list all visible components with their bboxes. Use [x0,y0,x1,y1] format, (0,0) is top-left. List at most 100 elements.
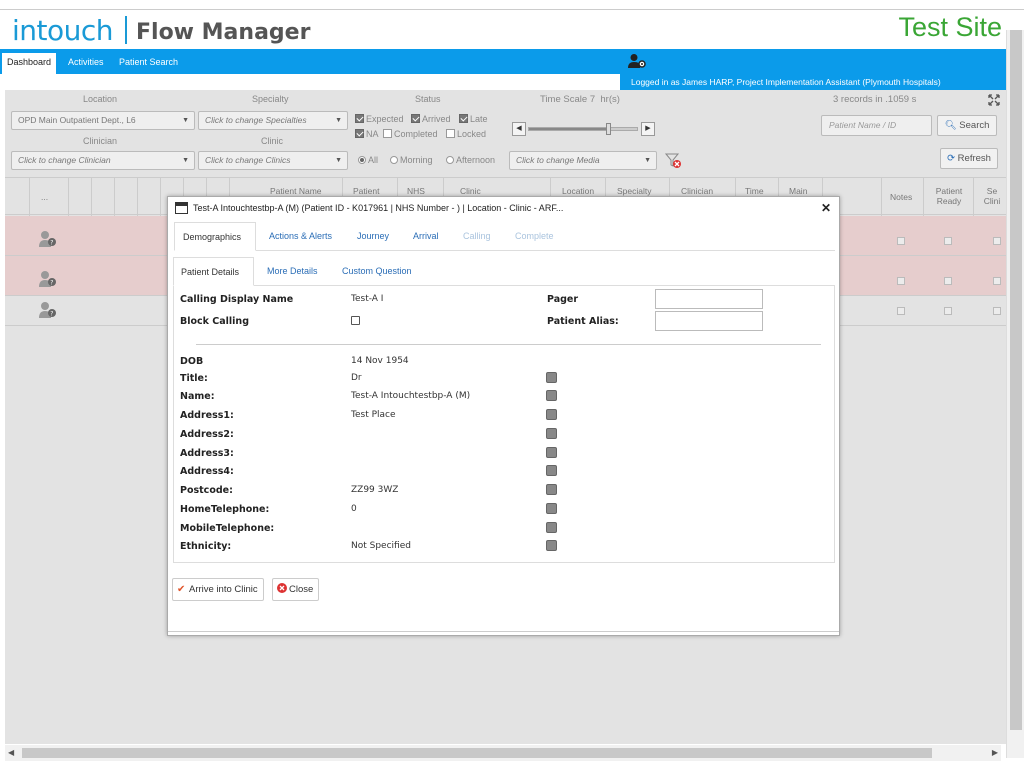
svg-text:?: ? [50,240,53,247]
tab-activities[interactable]: Activities [63,53,109,74]
tab-demographics[interactable]: Demographics [174,222,256,251]
app-name: Flow Manager [136,20,311,45]
calling-display-name-label: Calling Display Name [180,294,294,305]
clear-filter-icon[interactable] [665,153,683,169]
postcode-label: Postcode: [180,485,233,496]
mobile-telephone-toggle[interactable] [546,522,557,533]
clinic-select[interactable]: Click to change Clinics ▼ [198,151,348,170]
grid-col-patient[interactable]: Patient [353,186,379,196]
scroll-left-arrow[interactable]: ◀ [8,748,14,757]
clinician-select[interactable]: Click to change Clinician ▼ [11,151,195,170]
status-completed[interactable]: Completed [383,129,438,139]
browser-top-strip [0,0,1024,10]
grid-col-patient-ready[interactable]: Patient Ready [931,186,967,206]
address3-toggle[interactable] [546,447,557,458]
tab-actions-alerts[interactable]: Actions & Alerts [261,222,340,251]
logged-in-banner: Logged in as James HARP, Project Impleme… [620,74,1006,90]
slider-fill [529,128,607,130]
ethnicity-value: Not Specified [351,541,411,551]
dialog-tabs: Demographics Actions & Alerts Journey Ar… [174,222,835,251]
horizontal-scroll-thumb[interactable] [22,748,932,758]
address4-label: Address4: [180,466,234,477]
records-count: 3 records in .1059 s [833,94,917,105]
slider-right-arrow[interactable]: ▶ [641,122,655,136]
tab-journey[interactable]: Journey [349,222,397,251]
patient-status-icon[interactable]: ? [38,230,58,248]
postcode-toggle[interactable] [546,484,557,495]
dialog-subtabs: Patient Details More Details Custom Ques… [173,257,834,286]
grid-col-notes[interactable]: Notes [890,192,912,202]
tab-arrival[interactable]: Arrival [405,222,447,251]
radio-all[interactable]: All [358,155,378,165]
app-window: intouch Flow Manager Test Site Dashboard… [0,0,1024,768]
address2-toggle[interactable] [546,428,557,439]
subtab-patient-details[interactable]: Patient Details [173,257,254,286]
chevron-down-icon: ▼ [182,117,189,124]
fullscreen-icon[interactable] [988,94,1000,106]
close-button[interactable]: Close [272,578,320,601]
grid-col-clinic[interactable]: Clinic [460,186,481,196]
time-scale-slider[interactable]: ◀ ▶ [512,121,655,137]
chevron-down-icon: ▼ [644,157,651,164]
block-calling-checkbox[interactable] [351,316,360,325]
status-late[interactable]: Late [459,114,488,124]
patient-status-icon[interactable]: ? [38,301,58,319]
home-telephone-label: HomeTelephone: [180,504,270,515]
vertical-scrollbar[interactable] [1006,30,1024,758]
media-select[interactable]: Click to change Media ▼ [509,151,657,170]
specialty-placeholder: Click to change Specialties [205,115,307,125]
chevron-down-icon: ▼ [335,157,342,164]
logo-separator [125,16,127,44]
clinic-placeholder: Click to change Clinics [205,155,291,165]
postcode-value: ZZ99 3WZ [351,485,399,495]
refresh-button[interactable]: ⟳ Refresh [940,148,998,169]
dob-label: DOB [180,356,204,367]
home-telephone-toggle[interactable] [546,503,557,514]
grid-col-main[interactable]: Main [789,186,807,196]
subtab-custom-question[interactable]: Custom Question [335,257,419,286]
status-arrived[interactable]: Arrived [411,114,451,124]
grid-col-specialty[interactable]: Specialty [617,186,652,196]
time-scale-label: Time Scale 7 hr(s) [540,94,620,105]
specialty-select[interactable]: Click to change Specialties ▼ [198,111,348,130]
subtab-more-details[interactable]: More Details [260,257,325,286]
grid-col-actions: ... [41,192,49,202]
location-select[interactable]: OPD Main Outpatient Dept., L6 ▼ [11,111,195,130]
grid-col-location[interactable]: Location [562,186,594,196]
grid-col-se-clinic[interactable]: Se Clini [982,186,1002,206]
divider [196,344,821,345]
scroll-right-arrow[interactable]: ▶ [992,748,998,757]
slider-thumb[interactable] [606,123,611,135]
address2-label: Address2: [180,429,234,440]
title-toggle[interactable] [546,372,557,383]
patient-alias-input[interactable] [655,311,763,331]
radio-afternoon[interactable]: Afternoon [446,155,495,165]
status-locked[interactable]: Locked [446,129,486,139]
grid-col-nhs[interactable]: NHS [407,186,425,196]
status-na[interactable]: NA [355,129,379,139]
name-toggle[interactable] [546,390,557,401]
patient-search-input[interactable]: Patient Name / ID [821,115,932,136]
address1-label: Address1: [180,410,234,421]
slider-left-arrow[interactable]: ◀ [512,122,526,136]
arrive-into-clinic-button[interactable]: ✔ Arrive into Clinic [172,578,264,601]
grid-col-patient-name[interactable]: Patient Name [270,186,322,196]
chevron-down-icon: ▼ [335,117,342,124]
radio-morning[interactable]: Morning [390,155,433,165]
pager-input[interactable] [655,289,763,309]
tab-patient-search[interactable]: Patient Search [114,53,183,74]
close-icon[interactable]: ✕ [821,201,831,215]
vertical-scroll-thumb[interactable] [1010,30,1022,730]
user-settings-icon[interactable] [627,53,647,69]
address4-toggle[interactable] [546,465,557,476]
search-button[interactable]: 🔍︎ Search [937,115,997,136]
tab-dashboard[interactable]: Dashboard [2,53,57,74]
horizontal-scrollbar[interactable]: ◀ ▶ [5,745,1001,761]
grid-col-time[interactable]: Time [745,186,764,196]
media-placeholder: Click to change Media [516,155,600,165]
grid-col-clinician[interactable]: Clinician [681,186,713,196]
status-expected[interactable]: Expected [355,114,404,124]
patient-status-icon[interactable]: ? [38,270,58,288]
address1-toggle[interactable] [546,409,557,420]
ethnicity-toggle[interactable] [546,540,557,551]
